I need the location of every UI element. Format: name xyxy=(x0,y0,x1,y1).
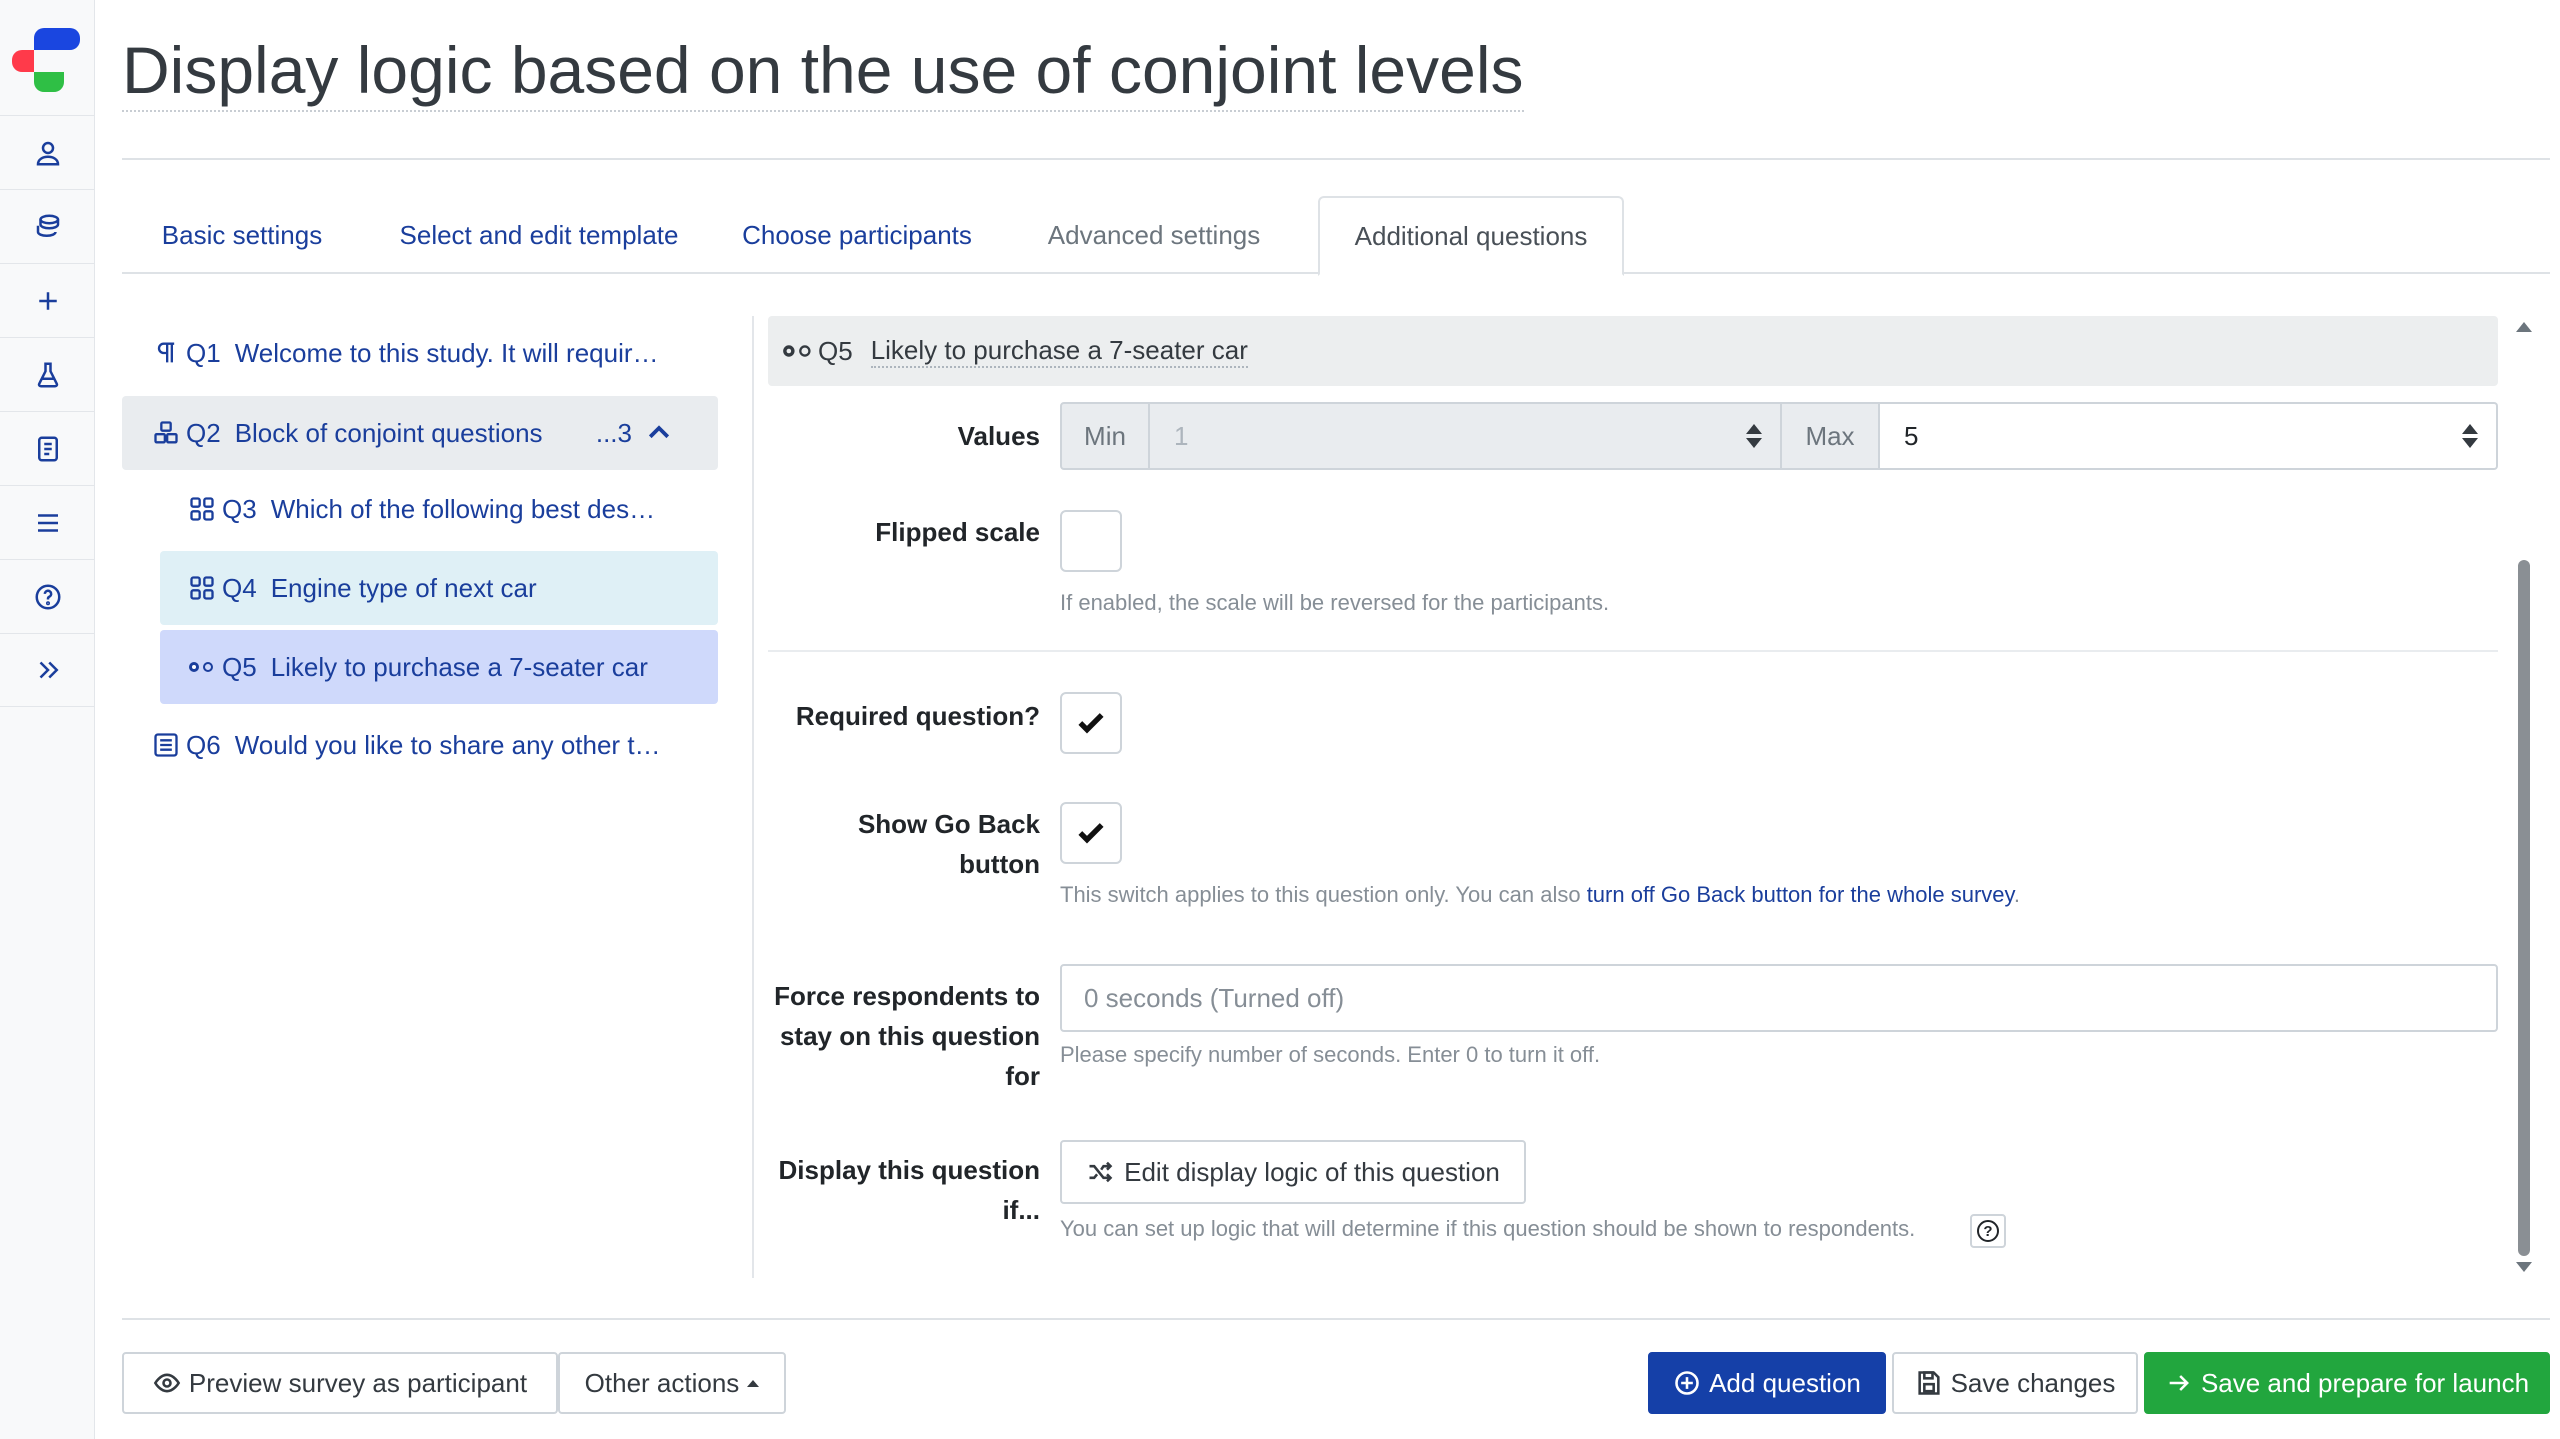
grid-icon xyxy=(188,574,216,602)
required-checkbox[interactable] xyxy=(1060,692,1122,754)
tab-additional-questions[interactable]: Additional questions xyxy=(1318,196,1624,276)
go-back-label: Show Go Back button xyxy=(857,809,1040,879)
help-icon[interactable] xyxy=(0,559,95,633)
help-button[interactable]: ? xyxy=(1970,1214,2006,1248)
caret-up-icon xyxy=(747,1379,760,1387)
max-addon: Max xyxy=(1782,402,1880,470)
tab-basic-settings[interactable]: Basic settings xyxy=(122,196,362,274)
select-arrows-icon xyxy=(1746,424,1762,450)
plus-icon[interactable] xyxy=(0,263,95,337)
select-arrows-icon xyxy=(2462,424,2478,450)
tree-item-label: Engine type of next car xyxy=(270,572,537,603)
shuffle-icon xyxy=(1089,1161,1113,1183)
display-logic-label: Display this question if... xyxy=(778,1155,1041,1225)
flipped-scale-label: Flipped scale xyxy=(875,517,1040,547)
values-input-group: Min 1 Max 5 xyxy=(1060,402,2498,470)
question-mark-icon: ? xyxy=(1977,1220,1999,1242)
title-divider xyxy=(122,158,2550,160)
plus-circle-icon xyxy=(1675,1371,1699,1395)
blocks-icon xyxy=(152,419,180,447)
eye-icon xyxy=(153,1373,181,1393)
child-count: ...3 xyxy=(595,417,632,448)
tree-item-q1[interactable]: Q1 Welcome to this study. It will requir… xyxy=(122,316,718,390)
save-and-launch-button[interactable]: Save and prepare for launch xyxy=(2144,1352,2550,1414)
grid-icon xyxy=(188,495,216,523)
min-addon: Min xyxy=(1060,402,1150,470)
paragraph-icon xyxy=(152,339,180,367)
scroll-up-arrow-icon[interactable] xyxy=(2516,322,2532,332)
tab-select-edit-template[interactable]: Select and edit template xyxy=(384,196,694,274)
force-label: Force respondents to stay on this questio… xyxy=(774,981,1040,1091)
go-back-checkbox[interactable] xyxy=(1060,802,1122,864)
tree-item-label: Would you like to share any other t… xyxy=(234,729,661,760)
values-label: Values xyxy=(957,421,1040,451)
menu-icon[interactable] xyxy=(0,485,95,559)
checkmark-icon xyxy=(1078,823,1104,844)
text-lines-icon xyxy=(152,731,180,759)
user-icon[interactable] xyxy=(0,115,95,189)
scale-icon xyxy=(188,653,216,681)
required-label: Required question? xyxy=(795,701,1040,731)
tree-item-label: Which of the following best des… xyxy=(270,493,656,524)
max-select[interactable]: 5 xyxy=(1880,402,2498,470)
tree-item-label: Likely to purchase a 7-seater car xyxy=(270,651,648,682)
footer-divider xyxy=(122,1318,2550,1320)
flask-icon[interactable] xyxy=(0,337,95,411)
left-rail xyxy=(0,0,95,1439)
force-seconds-input[interactable]: 0 seconds (Turned off) xyxy=(1060,964,2498,1032)
page-title[interactable]: Display logic based on the use of conjoi… xyxy=(122,30,1524,112)
question-header: Q5 Likely to purchase a 7-seater car xyxy=(768,316,2498,386)
scale-icon xyxy=(782,337,814,365)
checkmark-icon xyxy=(1078,713,1104,734)
force-help: Please specify number of seconds. Enter … xyxy=(1060,1042,1601,1067)
turn-off-go-back-link[interactable]: turn off Go Back button for the whole su… xyxy=(1587,882,2014,907)
flipped-scale-help: If enabled, the scale will be reversed f… xyxy=(1060,590,1610,615)
min-select: 1 xyxy=(1150,402,1782,470)
other-actions-button[interactable]: Other actions xyxy=(558,1352,786,1414)
go-back-help: This switch applies to this question onl… xyxy=(1060,882,2021,907)
tree-item-q6[interactable]: Q6 Would you like to share any other t… xyxy=(122,708,718,782)
panel-divider xyxy=(752,316,754,1278)
tab-choose-participants[interactable]: Choose participants xyxy=(722,196,992,274)
scrollbar-thumb[interactable] xyxy=(2518,560,2530,1256)
tree-item-q2[interactable]: Q2 Block of conjoint questions ...3 xyxy=(122,396,718,470)
tab-advanced-settings[interactable]: Advanced settings xyxy=(1034,196,1274,274)
section-divider xyxy=(768,650,2498,652)
tree-item-q5[interactable]: Q5 Likely to purchase a 7-seater car xyxy=(160,630,718,704)
edit-display-logic-button[interactable]: Edit display logic of this question xyxy=(1060,1140,1526,1204)
tree-item-q4[interactable]: Q4 Engine type of next car xyxy=(160,551,718,625)
tree-item-label: Block of conjoint questions xyxy=(234,417,543,448)
app-logo[interactable] xyxy=(12,28,82,92)
tree-item-label: Welcome to this study. It will requir… xyxy=(234,337,659,368)
add-question-button[interactable]: Add question xyxy=(1648,1352,1886,1414)
expand-icon[interactable] xyxy=(0,633,95,707)
flipped-scale-checkbox[interactable] xyxy=(1060,510,1122,572)
scroll-down-arrow-icon[interactable] xyxy=(2516,1262,2532,1272)
notebook-icon[interactable] xyxy=(0,411,95,485)
tree-item-q3[interactable]: Q3 Which of the following best des… xyxy=(160,472,718,546)
arrow-right-icon xyxy=(2169,1375,2189,1391)
settings-tabs: Basic settings Select and edit template … xyxy=(122,196,2550,276)
save-icon xyxy=(1917,1371,1940,1395)
chevron-up-icon[interactable] xyxy=(644,418,674,448)
database-icon[interactable] xyxy=(0,189,95,263)
save-changes-button[interactable]: Save changes xyxy=(1892,1352,2138,1414)
display-logic-help: You can set up logic that will determine… xyxy=(1060,1216,1916,1241)
question-title[interactable]: Likely to purchase a 7-seater car xyxy=(870,335,1248,368)
preview-button[interactable]: Preview survey as participant xyxy=(122,1352,558,1414)
